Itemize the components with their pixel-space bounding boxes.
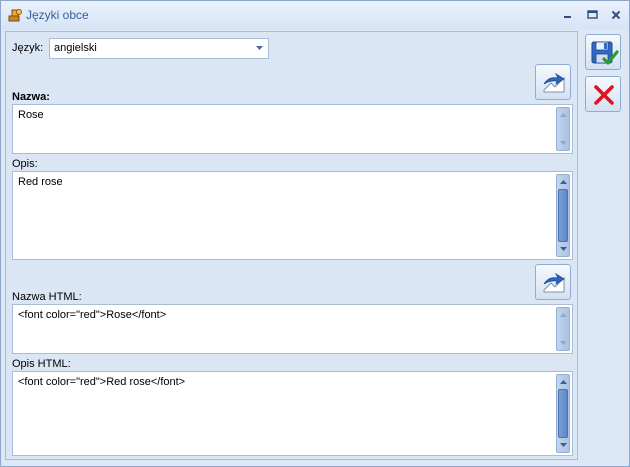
minimize-button[interactable] [557, 5, 579, 25]
scroll-up-icon[interactable] [557, 310, 569, 320]
scroll-down-icon[interactable] [557, 440, 569, 450]
close-button[interactable] [605, 5, 627, 25]
scroll-up-icon[interactable] [557, 177, 569, 187]
cancel-button[interactable] [585, 76, 621, 112]
language-select-value: angielski [54, 42, 97, 54]
scroll-down-icon[interactable] [557, 338, 569, 348]
description-value: Red rose [18, 176, 63, 188]
description-field[interactable]: Red rose [12, 171, 573, 260]
save-button[interactable] [585, 34, 621, 70]
name-value: Rose [18, 109, 44, 121]
scroll-thumb[interactable] [558, 389, 568, 438]
name-field[interactable]: Rose [12, 104, 573, 154]
save-icon [589, 38, 619, 71]
name-html-field[interactable]: <font color="red">Rose</font> [12, 304, 573, 354]
window-title: Języki obce [26, 8, 89, 22]
translate-icon [541, 70, 567, 99]
description-label: Opis: [12, 158, 38, 170]
languages-window: Języki obce Język: angielski Nazwa: Rose… [0, 0, 630, 467]
cancel-icon [593, 84, 615, 109]
name-html-value: <font color="red">Rose</font> [18, 309, 167, 321]
scroll-up-icon[interactable] [557, 110, 569, 120]
app-icon [7, 7, 23, 23]
name-label: Nazwa: [12, 91, 50, 103]
scroll-up-icon[interactable] [557, 377, 569, 387]
description-html-label: Opis HTML: [12, 358, 71, 370]
translate-icon [541, 270, 567, 299]
chevron-down-icon[interactable] [253, 42, 265, 55]
scroll-thumb[interactable] [558, 189, 568, 242]
description-html-value: <font color="red">Red rose</font> [18, 376, 186, 388]
translate-html-button[interactable] [535, 264, 571, 300]
name-html-scrollbar[interactable] [556, 307, 570, 351]
description-html-scrollbar[interactable] [556, 374, 570, 453]
form-panel: Język: angielski Nazwa: Rose Opis: Red r… [5, 31, 578, 460]
scroll-down-icon[interactable] [557, 138, 569, 148]
scroll-down-icon[interactable] [557, 244, 569, 254]
maximize-button[interactable] [581, 5, 603, 25]
name-html-label: Nazwa HTML: [12, 291, 82, 303]
language-label: Język: [12, 42, 44, 54]
language-select[interactable]: angielski [49, 38, 269, 59]
title-bar: Języki obce [1, 1, 629, 29]
description-scrollbar[interactable] [556, 174, 570, 257]
description-html-field[interactable]: <font color="red">Red rose</font> [12, 371, 573, 456]
name-scrollbar[interactable] [556, 107, 570, 151]
translate-name-button[interactable] [535, 64, 571, 100]
